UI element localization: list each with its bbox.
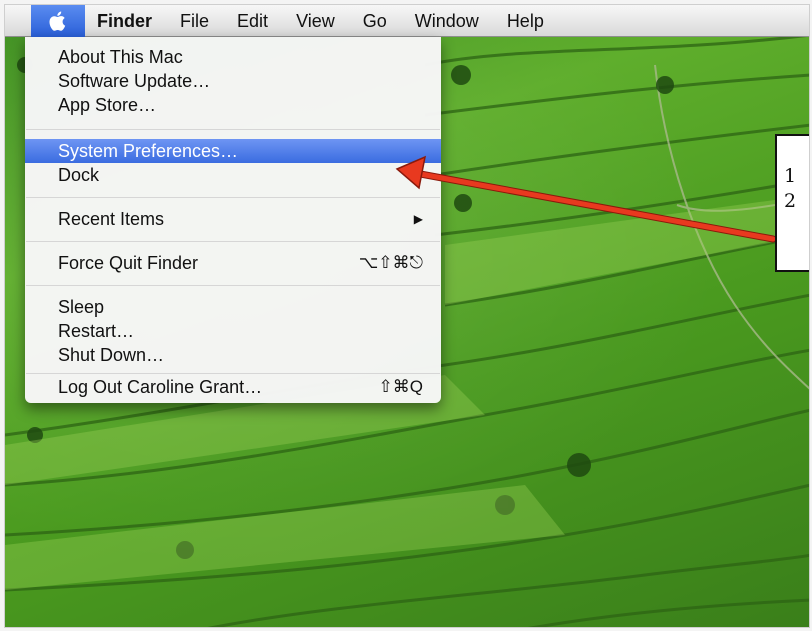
submenu-arrow-icon: ▶ — [413, 212, 423, 226]
menu-item-app-store[interactable]: App Store… — [25, 93, 441, 117]
menu-item-about-this-mac[interactable]: About This Mac — [25, 45, 441, 69]
menu-item-label: Shut Down… — [58, 345, 165, 365]
menu-edit[interactable]: Edit — [223, 5, 282, 37]
menu-item-restart[interactable]: Restart… — [25, 319, 441, 343]
menu-item-label: System Preferences… — [58, 141, 239, 161]
menu-go[interactable]: Go — [349, 5, 401, 37]
menu-item-system-preferences[interactable]: System Preferences… — [25, 139, 441, 163]
keyboard-shortcut: ⇧⌘Q — [378, 377, 423, 396]
menu-separator — [26, 197, 440, 198]
menu-item-label: Software Update… — [58, 71, 211, 91]
menu-item-label: Force Quit Finder — [58, 253, 199, 273]
menu-help[interactable]: Help — [493, 5, 558, 37]
menu-item-dock[interactable]: Dock ▶ — [25, 163, 441, 187]
annotation-box: 1 2 — [775, 134, 809, 272]
apple-icon — [49, 11, 66, 31]
menu-separator — [26, 373, 440, 374]
menu-item-force-quit[interactable]: Force Quit Finder ⌥⇧⌘⎋ — [25, 251, 441, 275]
menu-item-software-update[interactable]: Software Update… — [25, 69, 441, 93]
apple-menu-dropdown: About This Mac Software Update… App Stor… — [25, 37, 441, 403]
menu-item-sleep[interactable]: Sleep — [25, 295, 441, 319]
annotation-line-1: 1 — [784, 165, 797, 187]
menu-bar: Finder File Edit View Go Window Help — [5, 5, 809, 37]
menu-item-label: App Store… — [58, 95, 157, 115]
annotation-line-2: 2 — [784, 190, 797, 212]
menu-item-log-out[interactable]: Log Out Caroline Grant… ⇧⌘Q — [25, 375, 441, 399]
menu-item-label: Recent Items — [58, 209, 165, 229]
menu-item-label: Restart… — [58, 321, 135, 341]
menu-separator — [26, 241, 440, 242]
menu-view[interactable]: View — [282, 5, 349, 37]
menu-item-label: Dock — [58, 165, 100, 185]
menu-item-shut-down[interactable]: Shut Down… — [25, 343, 441, 367]
menu-separator — [26, 285, 440, 286]
menu-item-recent-items[interactable]: Recent Items ▶ — [25, 207, 441, 231]
apple-menu-button[interactable] — [31, 5, 85, 37]
menu-item-label: Sleep — [58, 297, 105, 317]
submenu-arrow-icon: ▶ — [413, 168, 423, 182]
menu-separator — [26, 129, 440, 130]
menu-item-label: About This Mac — [58, 47, 183, 67]
menu-finder[interactable]: Finder — [85, 5, 166, 37]
keyboard-shortcut: ⌥⇧⌘⎋ — [358, 253, 423, 272]
menu-file[interactable]: File — [166, 5, 223, 37]
menu-item-label: Log Out Caroline Grant… — [58, 377, 263, 397]
menu-window[interactable]: Window — [401, 5, 493, 37]
screenshot-frame: Finder File Edit View Go Window Help Abo… — [4, 4, 810, 628]
